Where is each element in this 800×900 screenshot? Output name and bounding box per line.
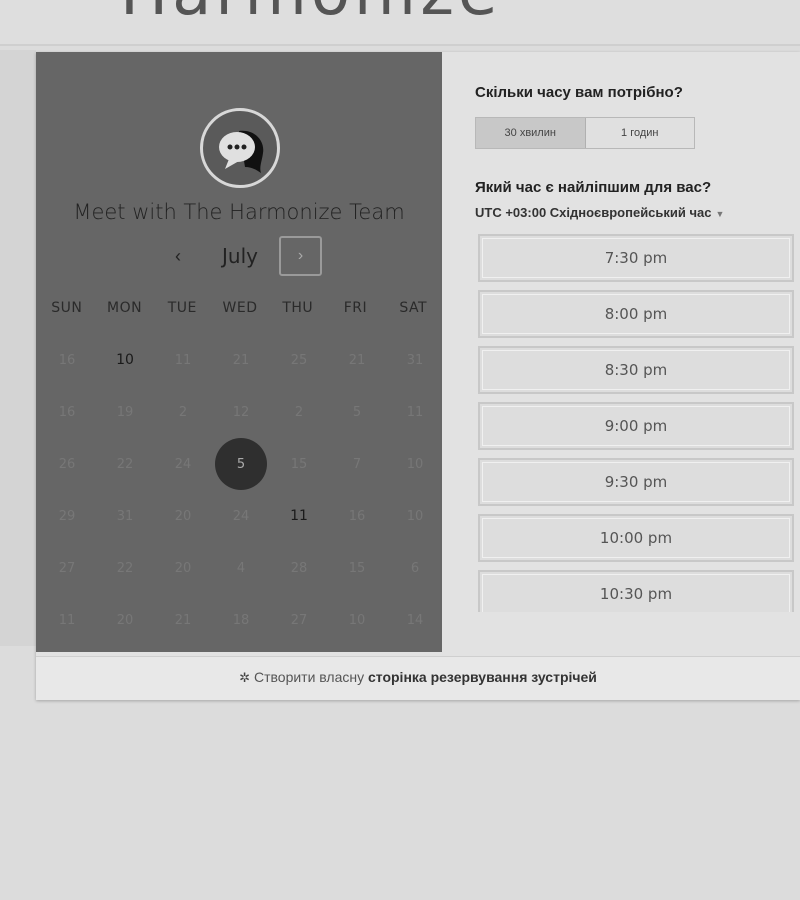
calendar-week-row: 27 22 20 4 28 15 6	[38, 542, 444, 594]
calendar-day: 22	[116, 456, 134, 472]
calendar-day: 15	[290, 456, 308, 472]
background-strip	[0, 50, 36, 646]
calendar-day: 27	[290, 612, 308, 628]
calendar-day: 18	[232, 612, 250, 628]
calendar-day[interactable]: 10	[96, 334, 154, 386]
duration-option-60[interactable]: 1 годин	[586, 118, 695, 148]
duration-option-30[interactable]: 30 хвилин	[476, 118, 586, 148]
calendar-week-row: 26 22 24 5 15 7 10	[38, 438, 444, 490]
hubspot-sprocket-icon: ✲	[239, 670, 250, 685]
calendar-day: 16	[348, 508, 366, 524]
options-panel: Скільки часу вам потрібно? 30 хвилин 1 г…	[442, 52, 800, 652]
calendar-day: 24	[232, 508, 250, 524]
weekday-label: FRI	[343, 300, 368, 316]
calendar-day: 21	[174, 612, 192, 628]
footer: ✲ Створити власну сторінка резервування з…	[36, 656, 800, 700]
footer-link[interactable]: сторінка резервування зустрічей	[368, 669, 597, 685]
weekday-label: MON	[107, 300, 143, 316]
duration-selector: 30 хвилин 1 годин	[475, 117, 695, 149]
header-band: Harmonize	[0, 0, 800, 46]
weekday-label: SAT	[399, 300, 428, 316]
calendar-day: 20	[174, 560, 192, 576]
weekday-label: TUE	[167, 300, 197, 316]
booking-card: Meet with The Harmonize Team ‹ July › SU…	[36, 52, 800, 700]
calendar-day: 7	[352, 456, 362, 472]
weekday-label: WED	[222, 300, 258, 316]
time-slot-button[interactable]: 8:00 pm	[478, 290, 794, 338]
time-slot-button[interactable]: 7:30 pm	[478, 234, 794, 282]
calendar-day: 21	[348, 352, 366, 368]
avatar	[200, 108, 280, 188]
calendar-grid: 16 10 11 21 25 21 31 16 19 2 12 2 5 11 26 22 24 5 15 7 10 29 3…	[38, 334, 444, 646]
calendar-day: 14	[406, 612, 424, 628]
calendar-day: 24	[174, 456, 192, 472]
time-slot-button[interactable]: 9:30 pm	[478, 458, 794, 506]
prev-month-button[interactable]: ‹	[164, 242, 192, 270]
calendar-day: 16	[58, 404, 76, 420]
time-slot-button[interactable]: 10:00 pm	[478, 514, 794, 562]
time-slot-button[interactable]: 8:30 pm	[478, 346, 794, 394]
calendar-day: 16	[58, 352, 76, 368]
calendar-day: 5	[352, 404, 362, 420]
time-slot-button[interactable]: 10:30 pm	[478, 570, 794, 612]
calendar-week-row: 16 10 11 21 25 21 31	[38, 334, 444, 386]
calendar-day: 11	[174, 352, 192, 368]
calendar-day: 31	[116, 508, 134, 524]
calendar-week-row: 29 31 20 24 11 16 10	[38, 490, 444, 542]
calendar-day: 12	[232, 404, 250, 420]
calendar-day: 31	[406, 352, 424, 368]
calendar-day: 4	[236, 560, 246, 576]
calendar-day: 20	[116, 612, 134, 628]
footer-prefix: Створити власну	[253, 669, 365, 685]
caret-down-icon: ▼	[715, 209, 725, 219]
weekday-label: THU	[282, 300, 314, 316]
calendar-day-selected[interactable]: 5	[212, 438, 270, 490]
calendar-day: 15	[348, 560, 366, 576]
calendar-day: 6	[410, 560, 420, 576]
duration-question: Скільки часу вам потрібно?	[475, 84, 683, 101]
month-navigator: ‹ July ›	[36, 236, 442, 276]
calendar-week-row: 11 20 21 18 27 10 14	[38, 594, 444, 646]
calendar-day: 21	[232, 352, 250, 368]
next-month-button[interactable]: ›	[279, 236, 322, 276]
calendar-day: 22	[116, 560, 134, 576]
weekday-label: SUN	[51, 300, 83, 316]
calendar-day: 20	[174, 508, 192, 524]
calendar-day: 11	[406, 404, 424, 420]
calendar-day: 10	[406, 456, 424, 472]
time-slot-button[interactable]: 9:00 pm	[478, 402, 794, 450]
weekday-header: SUN MON TUE WED THU FRI SAT	[36, 300, 442, 320]
calendar-day: 25	[290, 352, 308, 368]
time-slot-list[interactable]: 7:30 pm 8:00 pm 8:30 pm 9:00 pm 9:30 pm 10:00…	[478, 234, 800, 612]
calendar-day: 29	[58, 508, 76, 524]
chat-bubble-icon	[219, 130, 264, 173]
calendar-day: 19	[116, 404, 134, 420]
calendar-day: 27	[58, 560, 76, 576]
calendar-panel: Meet with The Harmonize Team ‹ July › SU…	[36, 52, 442, 652]
timezone-label: UTC +03:00 Східноєвропейський час	[475, 205, 712, 220]
month-label: July	[222, 244, 258, 268]
calendar-day: 2	[294, 404, 304, 420]
calendar-day[interactable]: 11	[270, 490, 328, 542]
calendar-day: 2	[178, 404, 188, 420]
meeting-title: Meet with The Harmonize Team	[73, 200, 405, 224]
calendar-day: 26	[58, 456, 76, 472]
time-question: Який час є найліпшим для вас?	[475, 179, 712, 196]
calendar-day: 11	[58, 612, 76, 628]
calendar-day: 28	[290, 560, 308, 576]
selected-day-marker: 5	[215, 438, 267, 490]
calendar-week-row: 16 19 2 12 2 5 11	[38, 386, 444, 438]
calendar-day: 10	[348, 612, 366, 628]
calendar-day: 10	[406, 508, 424, 524]
timezone-dropdown[interactable]: UTC +03:00 Східноєвропейський час ▼	[475, 205, 724, 220]
brand-logo: Harmonize	[120, 0, 501, 30]
